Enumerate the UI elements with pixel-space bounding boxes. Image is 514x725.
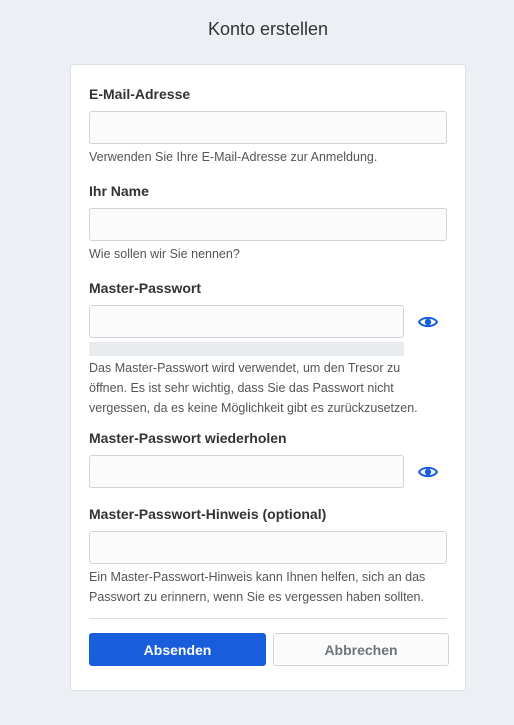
email-help-text: Verwenden Sie Ihre E-Mail-Adresse zur An… — [89, 150, 378, 164]
hint-help-text: Ein Master-Passwort-Hinweis kann Ihnen h… — [89, 570, 426, 604]
hint-input[interactable] — [89, 531, 447, 564]
toggle-retype-visibility-button[interactable] — [413, 458, 443, 488]
register-form-card: E-Mail-Adresse Verwenden Sie Ihre E-Mail… — [70, 64, 466, 691]
master-password-input[interactable] — [89, 305, 404, 338]
eye-icon — [417, 465, 439, 482]
page-title: Konto erstellen — [207, 19, 329, 39]
name-input[interactable] — [89, 208, 447, 241]
toggle-password-visibility-button[interactable] — [413, 308, 443, 338]
email-label: E-Mail-Adresse — [89, 86, 191, 102]
submit-button[interactable]: Absenden — [89, 633, 266, 666]
eye-icon — [417, 315, 439, 332]
name-label: Ihr Name — [89, 183, 149, 199]
email-input[interactable] — [89, 111, 447, 144]
hint-label: Master-Passwort-Hinweis (optional) — [89, 506, 327, 522]
master-password-retype-input[interactable] — [89, 455, 404, 488]
cancel-button[interactable]: Abbrechen — [273, 633, 449, 666]
form-divider — [89, 618, 447, 619]
master-password-retype-label: Master-Passwort wiederholen — [89, 430, 287, 446]
password-strength-bar — [89, 342, 404, 356]
name-help-text: Wie sollen wir Sie nennen? — [89, 247, 240, 261]
master-password-help-text: Das Master-Passwort wird verwendet, um d… — [89, 361, 418, 415]
master-password-label: Master-Passwort — [89, 280, 202, 296]
